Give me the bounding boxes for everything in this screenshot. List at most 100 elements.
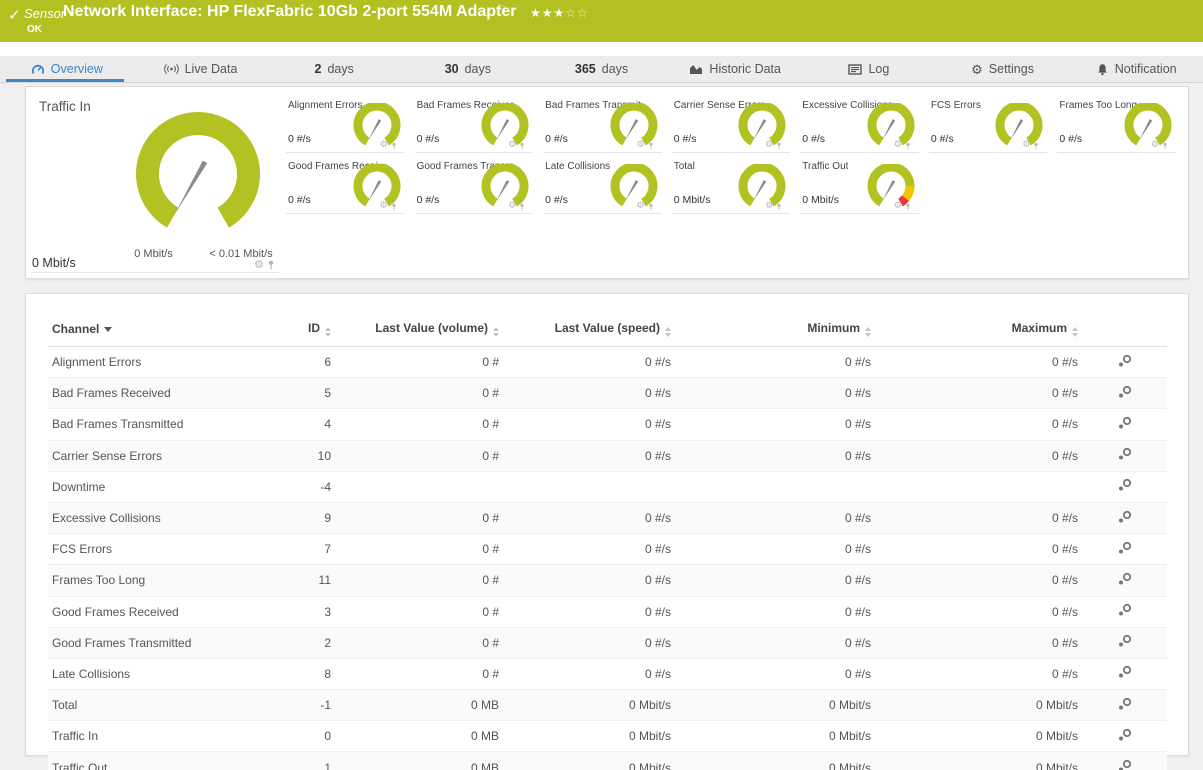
table-header-row: Channel ID Last Value (volume) Last Valu… [48, 314, 1167, 347]
priority-stars[interactable]: ★★★☆☆ [530, 6, 589, 20]
col-header-last-speed[interactable]: Last Value (speed) [503, 314, 675, 347]
maximum: 0 #/s [875, 502, 1082, 535]
col-header-minimum[interactable]: Minimum [675, 314, 875, 347]
col-header-channel[interactable]: Channel [48, 314, 273, 347]
tab-log[interactable]: Log [802, 56, 936, 82]
pause-flag-icon[interactable]: ⚐ [497, 4, 506, 15]
tab-30-days[interactable]: 30 days [401, 56, 535, 82]
last-value-speed: 0 #/s [503, 346, 675, 379]
gear-icon[interactable]: ⚙ [765, 141, 773, 150]
mini-gauge-carrier-sense-errors: Carrier Sense Errors 0 #/s ⚙ [671, 92, 791, 153]
channel-id: 9 [273, 502, 335, 535]
gear-icon[interactable]: ⚙ [508, 141, 516, 150]
channel-settings-icon[interactable] [1117, 478, 1133, 492]
pin-icon[interactable] [1162, 142, 1168, 150]
tab-notification-triggers[interactable]: Notification [1069, 56, 1203, 82]
gear-icon[interactable]: ⚙ [379, 202, 387, 211]
mini-gauge-alignment-errors: Alignment Errors 0 #/s ⚙ [286, 92, 405, 153]
channel-settings-icon[interactable] [1117, 603, 1133, 617]
status-check-icon: ✓ [8, 7, 21, 24]
col-header-maximum[interactable]: Maximum [875, 314, 1082, 347]
sort-icon [1072, 327, 1078, 337]
sort-icon [493, 327, 499, 337]
channel-id: 6 [273, 346, 335, 379]
tab-365-days[interactable]: 365 days [535, 56, 669, 82]
channel-settings-icon[interactable] [1117, 385, 1133, 399]
sensor-header: ✓ Sensor OK Network Interface: HP FlexFa… [0, 0, 1203, 42]
last-value-volume: 0 # [335, 596, 503, 628]
mini-gauge-fcs-errors: FCS Errors 0 #/s ⚙ [928, 92, 1048, 153]
tab-live-data[interactable]: Live Data [134, 56, 268, 82]
channel-settings-icon[interactable] [1117, 634, 1133, 648]
table-row: Downtime -4 [48, 471, 1167, 503]
gauge-title: Traffic Out [802, 161, 849, 172]
last-value-volume: 0 # [335, 658, 503, 691]
minimum: 0 #/s [675, 377, 875, 410]
channel-settings-icon[interactable] [1117, 697, 1133, 711]
last-value-volume [335, 471, 503, 503]
last-value-speed: 0 Mbit/s [503, 751, 675, 770]
pin-icon[interactable] [905, 142, 911, 150]
gear-icon[interactable]: ⚙ [508, 202, 516, 211]
channel-settings-icon[interactable] [1117, 759, 1133, 770]
channel-settings-icon[interactable] [1117, 572, 1133, 586]
tab-2-days[interactable]: 2 days [267, 56, 401, 82]
col-header-id[interactable]: ID [273, 314, 335, 347]
maximum: 0 Mbit/s [875, 751, 1082, 770]
tab-historic-data[interactable]: Historic Data [668, 56, 802, 82]
channel-name: Bad Frames Received [48, 377, 273, 410]
gauge-scale-max: < 0.01 Mbit/s [209, 248, 273, 260]
table-row: Total -1 0 MB 0 Mbit/s 0 Mbit/s 0 Mbit/s [48, 689, 1167, 722]
tab-number: 365 [574, 62, 596, 76]
channel-id: -1 [273, 689, 335, 722]
channel-id: 11 [273, 564, 335, 597]
gear-icon[interactable]: ⚙ [1022, 141, 1030, 150]
maximum: 0 #/s [875, 346, 1082, 379]
gear-icon[interactable]: ⚙ [894, 141, 902, 150]
pin-icon[interactable] [391, 142, 397, 150]
gear-icon[interactable]: ⚙ [765, 202, 773, 211]
maximum: 0 Mbit/s [875, 689, 1082, 722]
channel-settings-icon[interactable] [1117, 354, 1133, 368]
gear-icon[interactable]: ⚙ [254, 259, 264, 270]
last-value-speed: 0 #/s [503, 596, 675, 628]
channel-name: FCS Errors [48, 533, 273, 566]
gauge-title: Late Collisions [545, 161, 611, 172]
channel-settings-icon[interactable] [1117, 416, 1133, 430]
gear-icon[interactable]: ⚙ [894, 202, 902, 211]
table-row: Carrier Sense Errors 10 0 #0 #/s 0 #/s 0 #/s [48, 440, 1167, 472]
channel-id: 10 [273, 440, 335, 472]
gear-icon: ⚙ [971, 61, 983, 77]
col-header-last-volume[interactable]: Last Value (volume) [335, 314, 503, 347]
channel-name: Late Collisions [48, 658, 273, 691]
tab-settings[interactable]: ⚙ Settings [936, 56, 1070, 82]
pin-icon[interactable] [776, 203, 782, 211]
tab-label: Historic Data [709, 62, 781, 76]
pin-icon[interactable] [519, 203, 525, 211]
pin-icon[interactable] [648, 203, 654, 211]
tab-number: 30 [444, 62, 459, 76]
gear-icon[interactable]: ⚙ [379, 141, 387, 150]
gear-icon[interactable]: ⚙ [637, 202, 645, 211]
pin-icon[interactable] [648, 142, 654, 150]
channel-settings-icon[interactable] [1117, 510, 1133, 524]
tab-overview[interactable]: Overview [0, 56, 134, 82]
gauge-value: 0 Mbit/s [673, 194, 711, 206]
gear-icon[interactable]: ⚙ [1151, 141, 1159, 150]
mini-gauge-good-frames-received: Good Frames Received 0 #/s ⚙ [286, 153, 405, 214]
channel-settings-icon[interactable] [1117, 728, 1133, 742]
pin-icon[interactable] [1033, 142, 1039, 150]
channel-settings-icon[interactable] [1117, 447, 1133, 461]
channel-settings-icon[interactable] [1117, 541, 1133, 555]
pin-icon[interactable] [267, 260, 275, 270]
pin-icon[interactable] [391, 203, 397, 211]
channel-settings-icon[interactable] [1117, 665, 1133, 679]
maximum: 0 #/s [875, 564, 1082, 597]
last-value-volume: 0 MB [335, 689, 503, 722]
pin-icon[interactable] [905, 203, 911, 211]
pin-icon[interactable] [776, 142, 782, 150]
table-row: Bad Frames Received 5 0 #0 #/s 0 #/s 0 #/s [48, 377, 1167, 410]
pin-icon[interactable] [519, 142, 525, 150]
gear-icon[interactable]: ⚙ [637, 141, 645, 150]
table-row: Frames Too Long 11 0 #0 #/s 0 #/s 0 #/s [48, 564, 1167, 597]
